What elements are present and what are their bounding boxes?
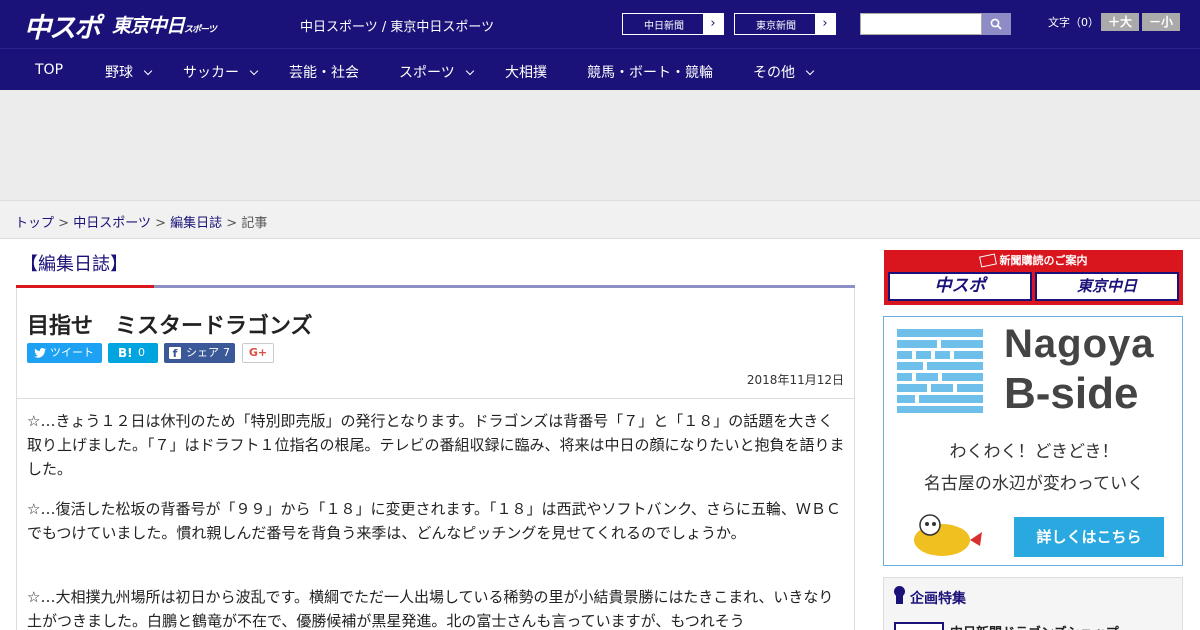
feature-title: 企画特集: [910, 591, 966, 607]
tokyo-chunichi-logo-text: 東京中日: [112, 15, 185, 37]
chevron-down-icon: [143, 66, 153, 76]
top-header: 中スポ 東京中日スポーツ 中日スポーツ / 東京中日スポーツ 中日新聞 › 東京…: [0, 0, 1200, 48]
breadcrumb-top[interactable]: トップ: [15, 216, 54, 231]
banner-title-line2: B-side: [1004, 369, 1139, 418]
nav-label: 競馬・ボート・競輪: [587, 65, 713, 81]
nav-label: その他: [753, 65, 795, 81]
breadcrumb-separator: >: [155, 216, 166, 231]
chevron-right-icon: ›: [703, 14, 723, 34]
subscription-title: 新聞購読のご案内: [884, 252, 1183, 268]
banner-details-button[interactable]: 詳しくはこちら: [1014, 517, 1164, 557]
tweet-label: ツイート: [50, 346, 94, 359]
ribbon-icon: [894, 586, 905, 604]
tokyo-shimbun-label: 東京新聞: [756, 21, 796, 32]
subscription-title-text: 新聞購読のご案内: [999, 254, 1088, 267]
breadcrumb-separator: >: [226, 216, 238, 231]
font-smaller-button[interactable]: －小: [1142, 13, 1180, 31]
feature-thumbnail[interactable]: [894, 622, 944, 630]
nav-label: TOP: [35, 62, 64, 78]
chevron-down-icon: [249, 66, 259, 76]
banner-title-line1: Nagoya: [1004, 322, 1155, 366]
article-paragraph: ☆…大相撲九州場所は初日から波乱です。横綱でただ一人出場している稀勢の里が小結貴…: [27, 588, 834, 630]
breadcrumb-chuspo[interactable]: 中日スポーツ: [73, 216, 151, 231]
nagoya-bside-banner[interactable]: Nagoya B-side わくわく！どきどき！ 名古屋の水辺が変わっていく 詳…: [883, 316, 1183, 566]
nav-label: サッカー: [183, 65, 239, 81]
nav-item-sports[interactable]: スポーツ: [399, 62, 474, 82]
building-icon: [897, 329, 983, 413]
subscription-tokyo-link[interactable]: 東京中日: [1035, 272, 1179, 301]
banner-copy-1: わくわく！どきどき！: [949, 442, 1119, 462]
tokyo-shimbun-link[interactable]: 東京新聞 ›: [734, 13, 836, 35]
search-icon: [990, 18, 1002, 30]
article-headline: 目指せ ミスタードラゴンズ: [27, 314, 313, 339]
facebook-share-button[interactable]: f シェア 7: [164, 343, 235, 363]
hatena-button[interactable]: B! 0: [108, 343, 158, 363]
chuspo-logo[interactable]: 中スポ: [24, 6, 101, 45]
hatena-count: 0: [138, 346, 145, 359]
nav-item-other[interactable]: その他: [753, 62, 815, 82]
article-divider: [17, 398, 854, 399]
article-paragraph: ☆…きょう１２日は休刊のため「特別即売版」の発行となります。ドラゴンズは背番号「…: [27, 412, 845, 478]
nav-item-top[interactable]: TOP: [35, 62, 63, 78]
twitter-icon: [34, 348, 46, 358]
nav-item-entertainment[interactable]: 芸能・社会: [289, 62, 359, 82]
breadcrumb-separator: >: [58, 216, 70, 231]
feature-box: 企画特集 中日新聞ドラゴンズショップ: [883, 577, 1183, 630]
subscription-box[interactable]: 新聞購読のご案内 中スポ 東京中日: [884, 250, 1183, 305]
banner-copy-2: 名古屋の水辺が変わっていく: [923, 474, 1145, 494]
chevron-down-icon: [805, 66, 815, 76]
nav-label: 野球: [105, 65, 133, 81]
breadcrumb-bar: トップ > 中日スポーツ > 編集日誌 > 記事: [0, 200, 1200, 239]
main-nav: TOP 野球 サッカー 芸能・社会 スポーツ 大相撲 競馬・ボート・競輪 その他: [0, 48, 1200, 90]
breadcrumb-diary[interactable]: 編集日誌: [170, 216, 222, 231]
breadcrumb-current: 記事: [241, 216, 268, 231]
chevron-right-icon: ›: [815, 14, 835, 34]
chunichi-shimbun-label: 中日新聞: [644, 21, 684, 32]
shrimp-mascot-icon: [914, 514, 982, 556]
nav-item-baseball[interactable]: 野球: [105, 62, 153, 82]
font-bigger-button[interactable]: ＋大: [1101, 13, 1139, 31]
tweet-button[interactable]: ツイート: [27, 343, 102, 363]
tokyo-chunichi-logo[interactable]: 東京中日スポーツ: [112, 11, 217, 38]
chunichi-shimbun-link[interactable]: 中日新聞 ›: [622, 13, 724, 35]
hatena-icon: B!: [118, 346, 133, 360]
subscription-chuspo-link[interactable]: 中スポ: [888, 272, 1032, 301]
font-size-label: 文字（0）: [1048, 16, 1099, 29]
article-date: 2018年11月12日: [746, 373, 844, 387]
nav-item-soccer[interactable]: サッカー: [183, 62, 259, 82]
feature-item-link[interactable]: 中日新聞ドラゴンズショップ: [950, 622, 1119, 630]
nav-label: 大相撲: [505, 65, 547, 81]
google-plus-button[interactable]: G+: [242, 343, 274, 363]
newspaper-icon: [978, 253, 997, 268]
article-paragraph: ☆…復活した松坂の背番号が「９９」から「１８」に変更されます。「１８」は西武やソ…: [27, 500, 841, 542]
article: 目指せ ミスタードラゴンズ ツイート B! 0 f シェア 7 G+ 2018年…: [16, 288, 855, 630]
breadcrumb: トップ > 中日スポーツ > 編集日誌 > 記事: [15, 212, 267, 231]
nav-item-sumo[interactable]: 大相撲: [505, 62, 547, 82]
search-button[interactable]: [982, 13, 1011, 35]
facebook-share-label: シェア: [186, 346, 219, 359]
nav-label: スポーツ: [399, 65, 455, 81]
tokyo-chunichi-logo-sub: スポーツ: [184, 25, 217, 35]
facebook-count: 7: [223, 346, 230, 359]
nav-item-racing[interactable]: 競馬・ボート・競輪: [587, 62, 713, 82]
ad-area: [0, 90, 1200, 200]
section-title: 【編集日誌】: [20, 254, 128, 275]
site-tagline: 中日スポーツ / 東京中日スポーツ: [300, 20, 495, 35]
nav-label: 芸能・社会: [289, 65, 359, 81]
facebook-icon: f: [169, 347, 181, 360]
search-input[interactable]: [860, 13, 982, 35]
chevron-down-icon: [465, 66, 474, 76]
